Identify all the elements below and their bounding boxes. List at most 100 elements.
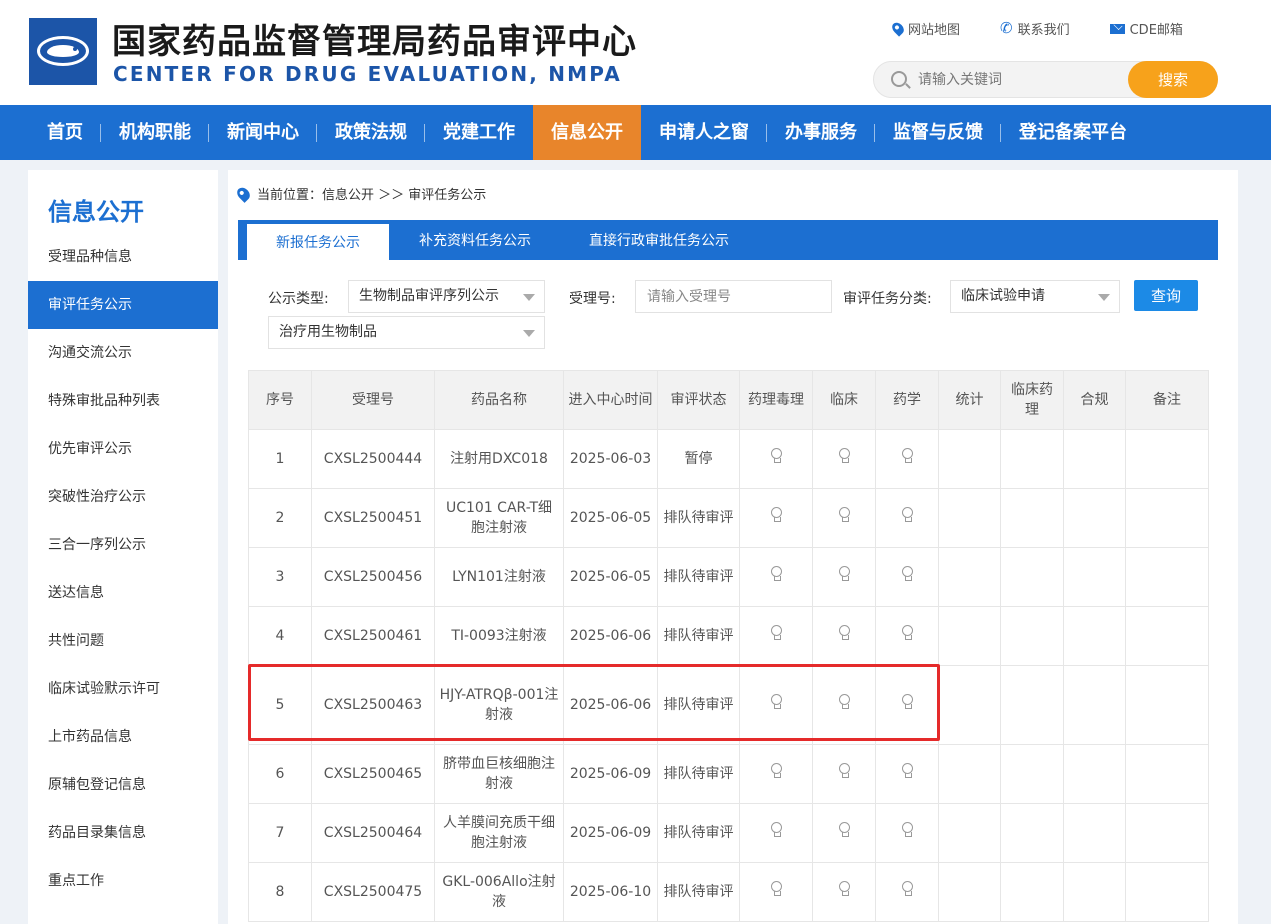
cell-no: 8 — [248, 862, 312, 922]
bulb-icon — [839, 566, 850, 582]
cell-status: 排队待审评 — [657, 665, 740, 745]
chevron-down-icon — [523, 294, 535, 301]
sidebar-list: 受理品种信息 审评任务公示 沟通交流公示 特殊审批品种列表 优先审评公示 突破性… — [28, 233, 218, 905]
cell-no: 1 — [248, 429, 312, 489]
table-row[interactable]: 5 CXSL2500463 HJY-ATRQβ-001注射液 2025-06-0… — [248, 665, 1209, 745]
tab-direct-approval-tasks[interactable]: 直接行政审批任务公示 — [560, 220, 758, 260]
sidebar-item[interactable]: 药品目录集信息 — [28, 809, 218, 857]
sidebar-item-active[interactable]: 审评任务公示 — [28, 281, 218, 329]
bulb-icon — [902, 881, 913, 897]
table-row[interactable]: 8 CXSL2500475 GKL-006Allo注射液 2025-06-10 … — [248, 862, 1209, 922]
cde-mail-link[interactable]: CDE邮箱 — [1109, 19, 1183, 38]
col-clinical-pharm: 临床药理 — [1000, 370, 1064, 430]
bulb-icon — [902, 507, 913, 523]
sidebar-item[interactable]: 上市药品信息 — [28, 713, 218, 761]
cell-accept-no: CXSL2500451 — [311, 488, 435, 548]
type-select[interactable]: 生物制品审评序列公示 — [348, 280, 545, 313]
cell-accept-no: CXSL2500456 — [311, 547, 435, 607]
cell-date: 2025-06-06 — [563, 665, 658, 745]
tab-new-tasks[interactable]: 新报任务公示 — [246, 223, 390, 260]
nav-home[interactable]: 首页 — [29, 105, 101, 160]
sidebar-item[interactable]: 优先审评公示 — [28, 425, 218, 473]
category-select[interactable]: 临床试验申请 — [950, 280, 1120, 313]
cell-date: 2025-06-10 — [563, 862, 658, 922]
bulb-icon — [771, 881, 782, 897]
col-compliance: 合规 — [1063, 370, 1126, 430]
task-table: 序号 受理号 药品名称 进入中心时间 审评状态 药理毒理 临床 药学 统计 临床… — [248, 370, 1209, 922]
bulb-icon — [839, 822, 850, 838]
contact-link[interactable]: ✆ 联系我们 — [1000, 19, 1070, 39]
bulb-icon — [839, 507, 850, 523]
task-tabs: 新报任务公示 补充资料任务公示 直接行政审批任务公示 — [238, 220, 1218, 260]
bulb-icon — [771, 625, 782, 641]
nav-info-disclosure[interactable]: 信息公开 — [533, 105, 641, 160]
sitemap-link[interactable]: 网站地图 — [889, 19, 960, 38]
bulb-icon — [771, 763, 782, 779]
bulb-icon — [771, 694, 782, 710]
bulb-icon — [902, 822, 913, 838]
sidebar-item[interactable]: 突破性治疗公示 — [28, 473, 218, 521]
col-statistics: 统计 — [938, 370, 1001, 430]
chevron-down-icon — [523, 330, 535, 337]
bulb-icon — [839, 625, 850, 641]
sidebar-item[interactable]: 三合一序列公示 — [28, 521, 218, 569]
nav-feedback[interactable]: 监督与反馈 — [875, 105, 1001, 160]
nav-registration[interactable]: 登记备案平台 — [1001, 105, 1145, 160]
table-row[interactable]: 3 CXSL2500456 LYN101注射液 2025-06-05 排队待审评 — [248, 547, 1209, 607]
sidebar-item[interactable]: 原辅包登记信息 — [28, 761, 218, 809]
site-title-en: CENTER FOR DRUG EVALUATION, NMPA — [113, 62, 622, 86]
table-row[interactable]: 6 CXSL2500465 脐带血巨核细胞注射液 2025-06-09 排队待审… — [248, 744, 1209, 804]
bulb-icon — [839, 694, 850, 710]
table-row[interactable]: 1 CXSL2500444 注射用DXC018 2025-06-03 暂停 — [248, 429, 1209, 489]
sidebar-item[interactable]: 重点工作 — [28, 857, 218, 905]
nav-news[interactable]: 新闻中心 — [209, 105, 317, 160]
bulb-icon — [902, 763, 913, 779]
accept-no-label: 受理号: — [569, 291, 616, 307]
cell-accept-no: CXSL2500465 — [311, 744, 435, 804]
cell-date: 2025-06-06 — [563, 606, 658, 666]
bulb-icon — [771, 448, 782, 464]
sidebar-item[interactable]: 特殊审批品种列表 — [28, 377, 218, 425]
sidebar-item[interactable]: 沟通交流公示 — [28, 329, 218, 377]
sidebar-item[interactable]: 共性问题 — [28, 617, 218, 665]
site-search: 搜索 — [873, 61, 1218, 98]
subtype-select[interactable]: 治疗用生物制品 — [268, 316, 545, 349]
cell-no: 2 — [248, 488, 312, 548]
accept-no-input[interactable] — [635, 280, 832, 313]
nav-policy[interactable]: 政策法规 — [317, 105, 425, 160]
search-button[interactable]: 搜索 — [1128, 61, 1218, 98]
nav-applicant[interactable]: 申请人之窗 — [641, 105, 767, 160]
bulb-icon — [902, 625, 913, 641]
nav-services[interactable]: 办事服务 — [767, 105, 875, 160]
filter-panel: 公示类型: 生物制品审评序列公示 受理号: 审评任务分类: 临床试验申请 查询 … — [248, 270, 1217, 358]
cell-no: 7 — [248, 803, 312, 863]
cell-drug-name: GKL-006Allo注射液 — [434, 862, 564, 922]
sidebar-item[interactable]: 送达信息 — [28, 569, 218, 617]
cde-logo[interactable] — [29, 18, 97, 85]
tab-supplement-tasks[interactable]: 补充资料任务公示 — [390, 220, 560, 260]
col-pharmacy: 药学 — [875, 370, 939, 430]
nav-party[interactable]: 党建工作 — [425, 105, 533, 160]
cell-date: 2025-06-03 — [563, 429, 658, 489]
sidebar: 信息公开 受理品种信息 审评任务公示 沟通交流公示 特殊审批品种列表 优先审评公… — [28, 170, 218, 924]
sidebar-item[interactable]: 受理品种信息 — [28, 233, 218, 281]
query-button[interactable]: 查询 — [1134, 280, 1198, 311]
mail-icon — [1109, 23, 1125, 34]
cell-accept-no: CXSL2500463 — [311, 665, 435, 745]
table-row[interactable]: 7 CXSL2500464 人羊膜间充质干细胞注射液 2025-06-09 排队… — [248, 803, 1209, 863]
table-row[interactable]: 4 CXSL2500461 TI-0093注射液 2025-06-06 排队待审… — [248, 606, 1209, 666]
cell-date: 2025-06-05 — [563, 488, 658, 548]
cell-no: 5 — [248, 665, 312, 745]
sidebar-item[interactable]: 临床试验默示许可 — [28, 665, 218, 713]
chevron-down-icon — [1098, 294, 1110, 301]
main-nav: 首页 机构职能 新闻中心 政策法规 党建工作 信息公开 申请人之窗 办事服务 监… — [0, 105, 1271, 160]
col-clinical: 临床 — [812, 370, 876, 430]
search-input[interactable] — [918, 69, 1118, 91]
table-row[interactable]: 2 CXSL2500451 UC101 CAR-T细胞注射液 2025-06-0… — [248, 488, 1209, 548]
cell-date: 2025-06-09 — [563, 803, 658, 863]
cell-drug-name: HJY-ATRQβ-001注射液 — [434, 665, 564, 745]
cell-date: 2025-06-05 — [563, 547, 658, 607]
nav-functions[interactable]: 机构职能 — [101, 105, 209, 160]
cell-no: 3 — [248, 547, 312, 607]
content-panel: 当前位置：信息公开 ＞＞ 审评任务公示 新报任务公示 补充资料任务公示 直接行政… — [228, 170, 1238, 924]
